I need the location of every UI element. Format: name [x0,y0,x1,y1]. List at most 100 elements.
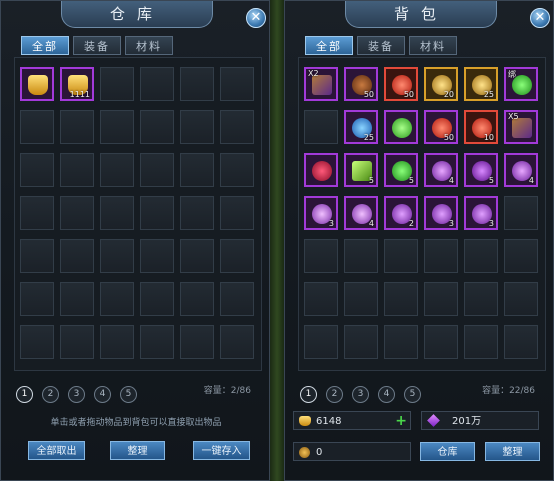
inventory-slot[interactable] [504,239,538,273]
inventory-slot[interactable] [304,325,338,359]
inventory-slot[interactable] [20,239,54,273]
inventory-slot[interactable]: X2 [304,67,338,101]
inventory-slot[interactable] [304,110,338,144]
tab-materials[interactable]: 材料 [409,36,457,55]
inventory-slot[interactable] [20,196,54,230]
inventory-slot[interactable] [304,153,338,187]
inventory-slot[interactable]: 3 [424,196,458,230]
inventory-slot[interactable] [180,67,214,101]
inventory-slot[interactable] [140,325,174,359]
page-button[interactable]: 4 [94,386,111,403]
tab-all[interactable]: 全部 [21,36,69,55]
inventory-slot[interactable] [180,153,214,187]
inventory-slot[interactable] [304,239,338,273]
inventory-slot[interactable]: X5 [504,110,538,144]
tab-equipment[interactable]: 装备 [357,36,405,55]
tab-all[interactable]: 全部 [305,36,353,55]
inventory-slot[interactable] [60,239,94,273]
inventory-slot[interactable] [20,325,54,359]
inventory-slot[interactable] [384,282,418,316]
inventory-slot[interactable] [180,282,214,316]
inventory-slot[interactable] [100,110,134,144]
inventory-slot[interactable] [344,239,378,273]
inventory-slot[interactable]: 3 [304,196,338,230]
inventory-slot[interactable] [220,110,254,144]
page-button[interactable]: 2 [326,386,343,403]
inventory-slot[interactable]: 绑 [504,67,538,101]
inventory-slot[interactable]: 50 [424,110,458,144]
inventory-slot[interactable] [220,196,254,230]
inventory-slot[interactable]: 4 [504,153,538,187]
page-button[interactable]: 2 [42,386,59,403]
inventory-slot[interactable] [220,239,254,273]
inventory-slot[interactable]: 20 [424,67,458,101]
tab-materials[interactable]: 材料 [125,36,173,55]
inventory-slot[interactable] [424,282,458,316]
inventory-slot[interactable] [100,239,134,273]
take-all-button[interactable]: 全部取出 [28,441,85,460]
inventory-slot[interactable] [384,325,418,359]
add-gold-icon[interactable]: + [395,412,407,430]
inventory-slot[interactable] [220,153,254,187]
inventory-slot[interactable] [220,325,254,359]
inventory-slot[interactable] [504,325,538,359]
inventory-slot[interactable] [20,67,54,101]
inventory-slot[interactable] [180,196,214,230]
inventory-slot[interactable] [100,153,134,187]
inventory-slot[interactable] [180,239,214,273]
inventory-slot[interactable]: 4 [424,153,458,187]
inventory-slot[interactable]: 4 [344,196,378,230]
inventory-slot[interactable]: 2 [384,196,418,230]
inventory-slot[interactable] [60,153,94,187]
inventory-slot[interactable] [60,110,94,144]
inventory-slot[interactable]: 5 [344,153,378,187]
inventory-slot[interactable]: 25 [344,110,378,144]
inventory-slot[interactable] [504,282,538,316]
inventory-slot[interactable] [140,67,174,101]
inventory-slot[interactable] [140,110,174,144]
inventory-slot[interactable] [220,282,254,316]
page-button[interactable]: 5 [120,386,137,403]
page-button[interactable]: 5 [404,386,421,403]
inventory-slot[interactable]: 25 [464,67,498,101]
inventory-slot[interactable] [304,282,338,316]
inventory-slot[interactable] [180,110,214,144]
inventory-slot[interactable] [60,282,94,316]
page-button[interactable]: 1 [300,386,317,403]
inventory-slot[interactable] [100,325,134,359]
inventory-slot[interactable]: 5 [464,153,498,187]
close-icon[interactable]: ✕ [246,8,266,28]
inventory-slot[interactable] [100,196,134,230]
page-button[interactable]: 1 [16,386,33,403]
inventory-slot[interactable] [384,239,418,273]
page-button[interactable]: 3 [68,386,85,403]
inventory-slot[interactable] [384,110,418,144]
inventory-slot[interactable]: 10 [464,110,498,144]
inventory-slot[interactable] [20,282,54,316]
page-button[interactable]: 3 [352,386,369,403]
close-icon[interactable]: ✕ [530,8,550,28]
inventory-slot[interactable] [140,153,174,187]
inventory-slot[interactable]: 3 [464,196,498,230]
inventory-slot[interactable] [424,325,458,359]
inventory-slot[interactable]: 50 [384,67,418,101]
tab-equipment[interactable]: 装备 [73,36,121,55]
inventory-slot[interactable] [60,196,94,230]
inventory-slot[interactable] [220,67,254,101]
inventory-slot[interactable] [100,282,134,316]
inventory-slot[interactable] [100,67,134,101]
warehouse-sort-button[interactable]: 整理 [110,441,165,460]
inventory-slot[interactable] [60,325,94,359]
inventory-slot[interactable] [504,196,538,230]
inventory-slot[interactable] [464,239,498,273]
page-button[interactable]: 4 [378,386,395,403]
inventory-slot[interactable] [464,282,498,316]
inventory-slot[interactable] [20,153,54,187]
warehouse-button[interactable]: 仓库 [420,442,475,461]
inventory-slot[interactable] [344,282,378,316]
inventory-slot[interactable] [464,325,498,359]
inventory-slot[interactable] [424,239,458,273]
inventory-slot[interactable]: 5 [384,153,418,187]
inventory-slot[interactable] [344,325,378,359]
store-all-button[interactable]: 一键存入 [193,441,250,460]
